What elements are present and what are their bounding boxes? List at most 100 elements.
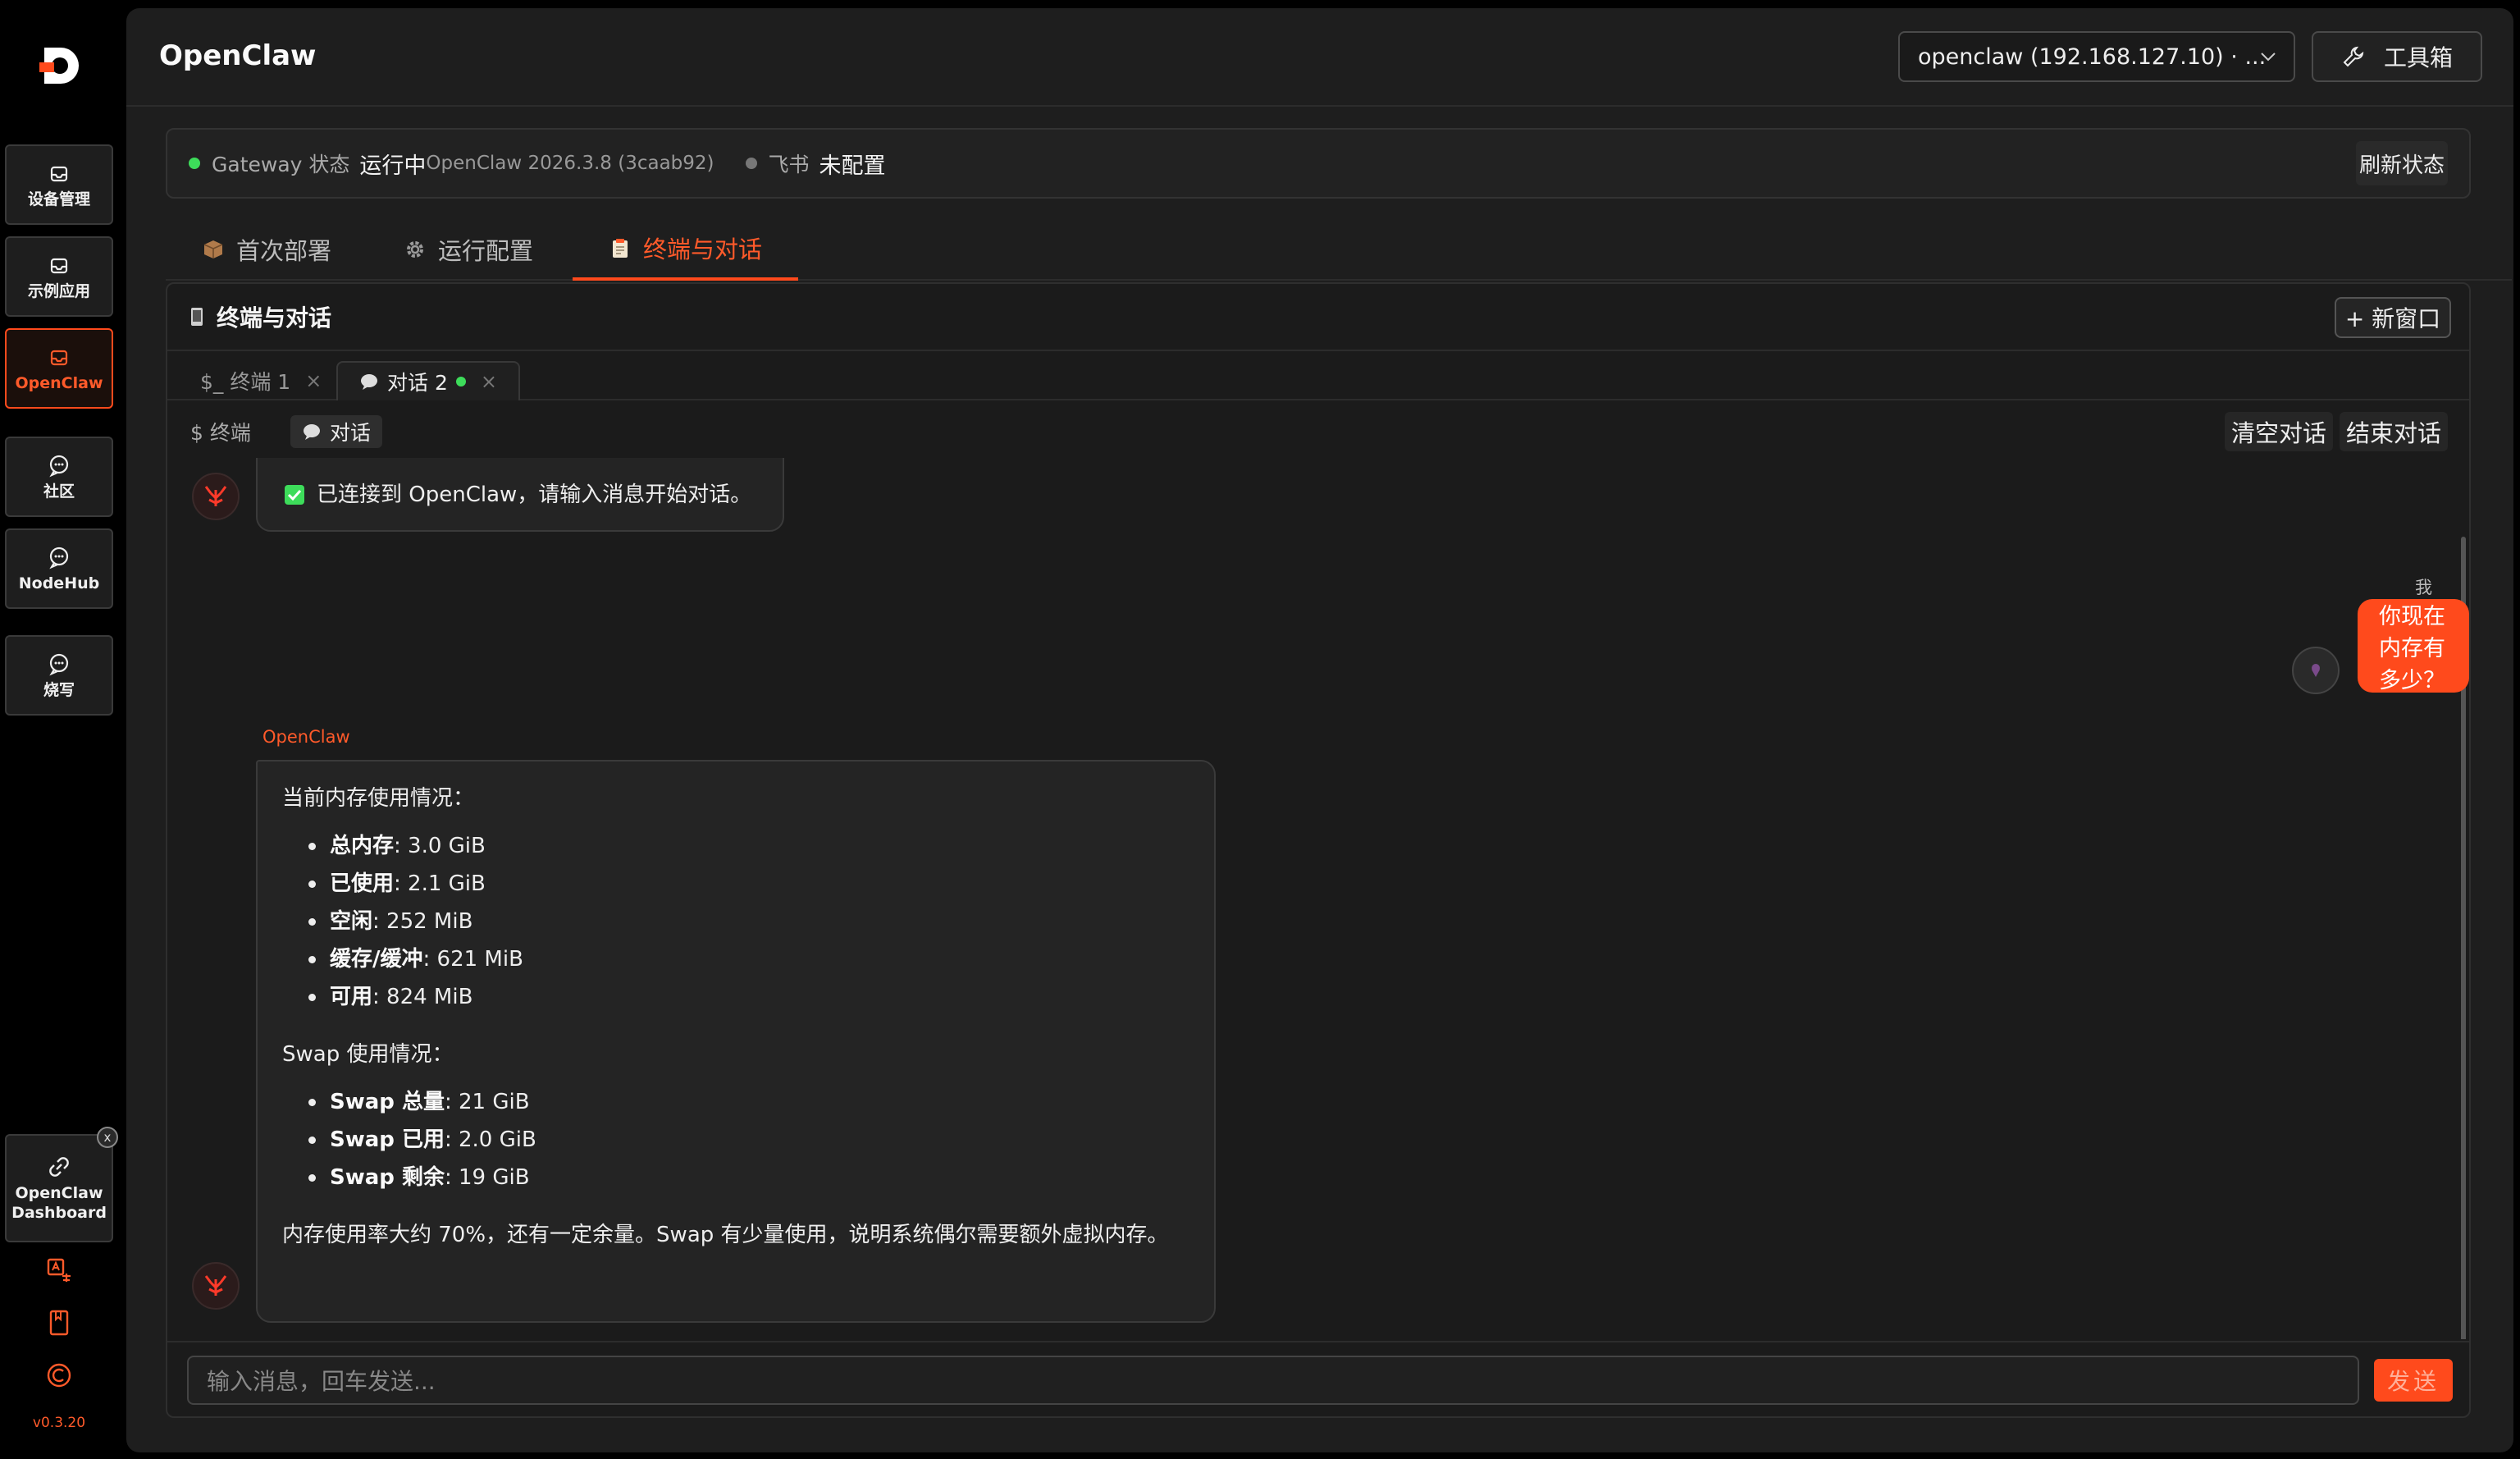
page-title: OpenClaw <box>159 39 317 72</box>
connected-status-dot <box>455 377 466 386</box>
toolbox-button[interactable]: 工具箱 <box>2312 31 2482 82</box>
sidebar-item-community[interactable]: 社区 <box>5 437 113 517</box>
gear-icon <box>407 241 423 258</box>
memory-list: 总内存: 3.0 GiB 已使用: 2.1 GiB 空闲: 252 MiB 缓存… <box>282 827 1189 1016</box>
feishu-status-value: 未配置 <box>819 153 886 179</box>
list-item: Swap 总量: 21 GiB <box>308 1083 1189 1121</box>
mode-terminal[interactable]: $ 终端 <box>179 415 262 448</box>
feishu-status-label: 飞书 <box>768 153 810 176</box>
session-tabs: $_ 终端 1 × 对话 2 × <box>167 353 2469 400</box>
phone-icon <box>191 308 203 326</box>
gateway-status-value: 运行中 <box>359 153 427 179</box>
memory-summary: 内存使用率大约 70%，还有一定余量。Swap 有少量使用，说明系统偶尔需要额外… <box>282 1223 1169 1247</box>
dashboard-label-line2: Dashboard <box>11 1204 107 1222</box>
translate-icon[interactable] <box>44 1255 74 1285</box>
panel-header: 终端与对话 + 新窗口 <box>167 284 2469 351</box>
bot-avatar <box>192 1262 240 1310</box>
me-label: 我 <box>2415 578 2432 597</box>
sidebar-item-label: 示例应用 <box>27 282 90 301</box>
memory-intro: 当前内存使用情况： <box>282 786 475 811</box>
status-bar: Gateway 状态 运行中 OpenClaw 2026.3.8 (3caab9… <box>166 128 2471 199</box>
inbox-icon <box>50 350 68 366</box>
session-tab-chat-2[interactable]: 对话 2 × <box>336 361 520 400</box>
new-window-button[interactable]: + 新窗口 <box>2335 297 2451 338</box>
user-pin-icon <box>2312 664 2320 677</box>
sidebar-item-label: 烧写 <box>43 681 75 700</box>
sidebar-item-label: 社区 <box>43 483 75 501</box>
chat-bubble-icon <box>49 653 69 676</box>
app-version: v0.3.20 <box>32 1415 86 1431</box>
tab-label: 首次部署 <box>236 237 332 265</box>
main-tabs: 首次部署 运行配置 终端与对话 <box>166 218 2512 281</box>
refresh-status-button[interactable]: 刷新状态 <box>2355 141 2448 185</box>
bot-reply-content: 当前内存使用情况： 总内存: 3.0 GiB 已使用: 2.1 GiB 空闲: … <box>282 780 1189 1254</box>
speech-bubble-icon <box>304 424 320 440</box>
panel-title: 终端与对话 <box>217 304 332 332</box>
sidebar-item-label: NodeHub <box>18 574 100 593</box>
tab-first-deploy[interactable]: 首次部署 <box>166 218 368 281</box>
mode-chat[interactable]: 对话 <box>290 415 383 448</box>
list-item: 总内存: 3.0 GiB <box>308 827 1189 865</box>
message-input[interactable]: 输入消息，回车发送... <box>187 1356 2359 1405</box>
device-select-value: openclaw (192.168.127.10) · ... <box>1918 43 2267 70</box>
chat-area: 已连接到 OpenClaw，请输入消息开始对话。 我 你现在内存有多少？ Ope… <box>167 458 2469 1339</box>
dashboard-label-line1: OpenClaw <box>15 1184 103 1203</box>
close-icon[interactable]: × <box>305 369 322 392</box>
user-avatar <box>2292 647 2340 694</box>
end-chat-button[interactable]: 结束对话 <box>2340 412 2449 451</box>
tab-label: 运行配置 <box>438 237 534 265</box>
user-message-text: 你现在内存有多少？ <box>2379 603 2445 693</box>
device-select[interactable]: openclaw (192.168.127.10) · ... <box>1898 31 2295 82</box>
swap-intro: Swap 使用情况： <box>282 1042 454 1067</box>
tab-label: 终端与对话 <box>643 236 763 263</box>
link-icon <box>49 1157 69 1177</box>
gateway-status-dot <box>189 158 200 169</box>
dashboard-close-button[interactable]: x <box>97 1127 118 1148</box>
chevron-down-icon <box>2261 53 2276 62</box>
sidebar-item-openclaw[interactable]: OpenClaw <box>5 328 113 409</box>
sidebar-item-flash[interactable]: 烧写 <box>5 635 113 716</box>
user-message-bubble: 你现在内存有多少？ <box>2358 599 2469 693</box>
book-icon[interactable] <box>44 1308 74 1338</box>
lobster-icon <box>204 486 227 506</box>
copyright-icon[interactable] <box>44 1361 74 1390</box>
list-item: Swap 已用: 2.0 GiB <box>308 1121 1189 1159</box>
main-panel: OpenClaw openclaw (192.168.127.10) · ...… <box>126 8 2513 1452</box>
clipboard-icon <box>613 239 628 258</box>
top-bar: OpenClaw openclaw (192.168.127.10) · ...… <box>126 8 2513 107</box>
bot-sender-name: OpenClaw <box>262 727 350 747</box>
sidebar-item-nodehub[interactable]: NodeHub <box>5 528 113 609</box>
chat-bubble-icon <box>49 547 69 569</box>
mode-bar: $ 终端 对话 清空对话 结束对话 <box>167 402 2469 456</box>
toolbox-label: 工具箱 <box>2383 44 2453 71</box>
mode-chat-label: 对话 <box>330 421 372 445</box>
tab-runtime-config[interactable]: 运行配置 <box>368 218 569 281</box>
session-tab-label: $_ 终端 1 <box>200 370 291 394</box>
session-tab-terminal-1[interactable]: $_ 终端 1 × <box>179 361 343 400</box>
session-tab-label: 对话 2 <box>387 371 448 395</box>
list-item: 可用: 824 MiB <box>308 978 1189 1016</box>
inbox-icon <box>50 258 68 274</box>
send-button[interactable]: 发送 <box>2374 1359 2453 1402</box>
composer: 输入消息，回车发送... 发送 <box>167 1341 2469 1416</box>
openclaw-dashboard-shortcut[interactable]: OpenClaw Dashboard <box>5 1134 113 1242</box>
clear-chat-button[interactable]: 清空对话 <box>2225 412 2334 451</box>
app-logo <box>39 48 79 84</box>
chat-bubble-icon <box>49 455 69 478</box>
tab-terminal-chat[interactable]: 终端与对话 <box>573 218 799 281</box>
sidebar-item-label: OpenClaw <box>15 374 103 393</box>
lobster-icon <box>204 1275 227 1296</box>
bot-reply-bubble: 当前内存使用情况： 总内存: 3.0 GiB 已使用: 2.1 GiB 空闲: … <box>256 760 1216 1323</box>
sidebar-item-device-manage[interactable]: 设备管理 <box>5 144 113 225</box>
swap-list: Swap 总量: 21 GiB Swap 已用: 2.0 GiB Swap 剩余… <box>282 1083 1189 1196</box>
checkbox-checked-icon <box>285 485 304 505</box>
close-icon[interactable]: × <box>481 370 497 393</box>
system-message-bubble: 已连接到 OpenClaw，请输入消息开始对话。 <box>256 458 784 532</box>
inbox-icon <box>50 166 68 182</box>
system-message-text: 已连接到 OpenClaw，请输入消息开始对话。 <box>317 483 752 507</box>
sidebar-item-example-apps[interactable]: 示例应用 <box>5 236 113 317</box>
wrench-icon <box>2343 46 2364 67</box>
sidebar-item-label: 设备管理 <box>27 190 90 209</box>
terminal-chat-panel: 终端与对话 + 新窗口 $_ 终端 1 × 对话 2 × $ 终端 对话 清空对… <box>166 282 2471 1418</box>
list-item: 空闲: 252 MiB <box>308 903 1189 940</box>
